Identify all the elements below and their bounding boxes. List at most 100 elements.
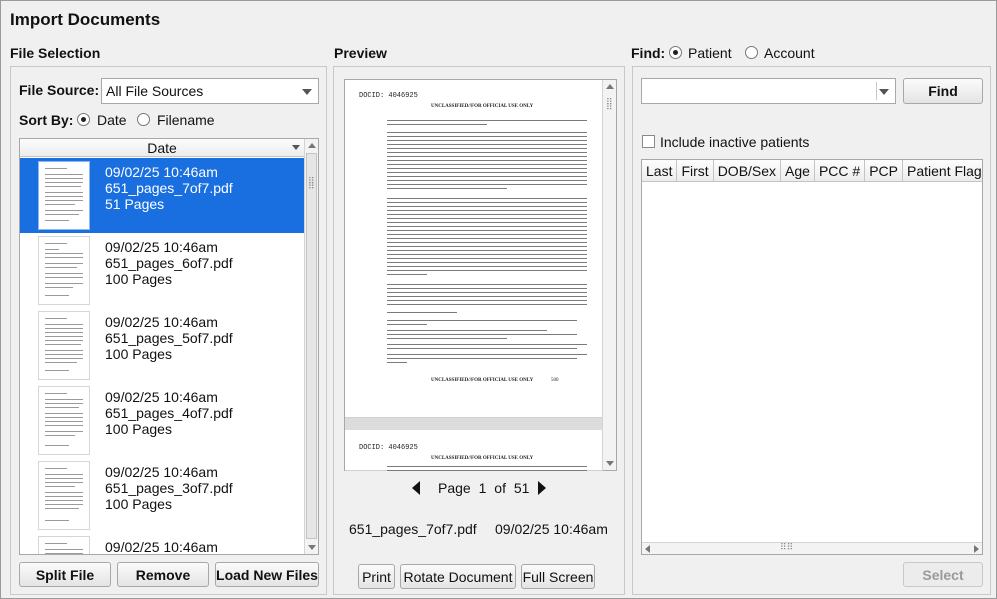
import-documents-window: Import Documents File Selection File Sou… — [0, 0, 997, 599]
file-selection-panel: File Source: All File Sources Sort By: D… — [10, 66, 327, 595]
scrollbar-thumb[interactable] — [306, 153, 317, 539]
scroll-up-icon[interactable] — [308, 143, 316, 148]
split-file-button[interactable]: Split File — [19, 562, 111, 587]
file-date: 09/02/25 10:46am — [105, 314, 218, 330]
file-pages: 100 Pages — [105, 421, 172, 437]
grip-icon: ⠿⠿ — [308, 176, 315, 191]
select-button[interactable]: Select — [903, 562, 983, 587]
preview-label: Preview — [334, 45, 387, 61]
preview-scrollbar[interactable]: ⠿ ⠿ — [602, 80, 616, 470]
doc-id: DOCID: 4046925 — [359, 444, 418, 452]
file-date: 09/02/25 10:46am — [105, 539, 218, 555]
sort-filename-label: Filename — [157, 112, 215, 128]
file-list-scrollbar[interactable]: ⠿ ⠿ — [304, 139, 318, 554]
previous-page-icon[interactable] — [412, 481, 420, 495]
file-pages: 51 Pages — [105, 196, 165, 212]
scroll-down-icon[interactable] — [308, 545, 316, 550]
include-inactive-label: Include inactive patients — [660, 134, 810, 150]
find-button[interactable]: Find — [903, 78, 983, 104]
file-date: 09/02/25 10:46am — [105, 164, 218, 180]
file-thumbnail — [38, 536, 90, 554]
column-pcp[interactable]: PCP — [865, 160, 903, 181]
file-row[interactable]: 09/02/25 10:46am 651_pages_5of7.pdf 100 … — [20, 308, 304, 383]
find-panel: Find Include inactive patients Last Firs… — [632, 66, 991, 595]
scroll-up-icon[interactable] — [606, 84, 614, 89]
grip-icon: ⠿⠿ — [606, 97, 613, 112]
file-row[interactable]: 09/02/25 10:46am 651_pages_3of7.pdf 100 … — [20, 458, 304, 533]
document-page: DOCID: 4046925 UNCLASSIFIED//FOR OFFICIA… — [345, 80, 603, 418]
page-indicator: Page 1 of 51 — [438, 480, 529, 496]
document-preview[interactable]: DOCID: 4046925 UNCLASSIFIED//FOR OFFICIA… — [344, 79, 617, 471]
sort-filename-radio[interactable] — [137, 113, 150, 126]
column-pcc[interactable]: PCC # — [815, 160, 866, 181]
doc-id: DOCID: 4046925 — [359, 92, 418, 100]
patient-table-hscrollbar[interactable]: ⠿⠿ — [642, 542, 982, 554]
sort-by-label: Sort By: — [19, 112, 74, 128]
patient-table: Last First DOB/Sex Age PCC # PCP Patient… — [641, 159, 983, 555]
file-thumbnail — [38, 236, 90, 305]
column-first[interactable]: First — [677, 160, 714, 181]
file-source-dropdown[interactable]: All File Sources — [101, 78, 319, 104]
load-new-files-button[interactable]: Load New Files — [215, 562, 319, 587]
page-word: Page — [438, 480, 471, 496]
find-patient-label: Patient — [688, 45, 732, 61]
file-date: 09/02/25 10:46am — [105, 464, 218, 480]
chevron-down-icon — [879, 89, 889, 95]
patient-table-header: Last First DOB/Sex Age PCC # PCP Patient… — [642, 160, 982, 182]
file-pages: 100 Pages — [105, 346, 172, 362]
page-number: 500 — [551, 378, 559, 383]
sort-down-icon — [292, 145, 300, 150]
file-name: 651_pages_7of7.pdf — [105, 180, 233, 196]
file-row[interactable]: 09/02/25 10:46am 651_pages_7of7.pdf 51 P… — [20, 158, 304, 233]
preview-file-date: 09/02/25 10:46am — [495, 521, 608, 537]
rotate-document-button[interactable]: Rotate Document — [400, 564, 516, 589]
file-source-value: All File Sources — [106, 83, 204, 99]
file-pages: 100 Pages — [105, 271, 172, 287]
total-pages: 51 — [513, 480, 530, 496]
classification-header: UNCLASSIFIED//FOR OFFICIAL USE ONLY — [431, 104, 534, 109]
file-row[interactable]: 09/02/25 10:46am — [20, 533, 304, 555]
file-thumbnail — [38, 461, 90, 530]
file-row[interactable]: 09/02/25 10:46am 651_pages_4of7.pdf 100 … — [20, 383, 304, 458]
find-account-label: Account — [764, 45, 815, 61]
file-name: 651_pages_5of7.pdf — [105, 330, 233, 346]
file-source-label: File Source: — [19, 82, 100, 98]
file-row[interactable]: 09/02/25 10:46am 651_pages_6of7.pdf 100 … — [20, 233, 304, 308]
find-label: Find: — [631, 45, 666, 61]
print-button[interactable]: Print — [358, 564, 395, 589]
scroll-right-icon[interactable] — [974, 545, 979, 553]
full-screen-button[interactable]: Full Screen — [521, 564, 595, 589]
file-date: 09/02/25 10:46am — [105, 389, 218, 405]
column-last[interactable]: Last — [642, 160, 678, 181]
current-page: 1 — [478, 480, 487, 496]
column-age[interactable]: Age — [781, 160, 815, 181]
scroll-down-icon[interactable] — [606, 461, 614, 466]
next-page-icon[interactable] — [538, 481, 546, 495]
find-patient-radio[interactable] — [669, 46, 682, 59]
file-name: 651_pages_3of7.pdf — [105, 480, 233, 496]
file-selection-label: File Selection — [10, 45, 101, 61]
file-thumbnail — [38, 161, 90, 230]
column-dob-sex[interactable]: DOB/Sex — [714, 160, 782, 181]
preview-panel: DOCID: 4046925 UNCLASSIFIED//FOR OFFICIA… — [333, 66, 625, 595]
sort-date-label: Date — [97, 112, 127, 128]
date-column-label: Date — [147, 140, 177, 156]
file-thumbnail — [38, 386, 90, 455]
patient-search-input[interactable] — [641, 78, 896, 104]
date-column-header[interactable]: Date — [20, 139, 304, 157]
remove-button[interactable]: Remove — [117, 562, 209, 587]
column-patient-flags[interactable]: Patient Flags — [903, 160, 982, 181]
find-account-radio[interactable] — [745, 46, 758, 59]
classification-header: UNCLASSIFIED//FOR OFFICIAL USE ONLY — [431, 456, 534, 461]
of-word: of — [494, 480, 506, 496]
file-name: 651_pages_6of7.pdf — [105, 255, 233, 271]
sort-date-radio[interactable] — [77, 113, 90, 126]
file-pages: 100 Pages — [105, 496, 172, 512]
file-list: Date 09/02/25 10:46am 651_pages_7of7.pdf… — [19, 138, 319, 555]
classification-footer: UNCLASSIFIED//FOR OFFICIAL USE ONLY — [431, 378, 534, 383]
document-page: DOCID: 4046925 UNCLASSIFIED//FOR OFFICIA… — [345, 430, 603, 471]
scroll-left-icon[interactable] — [645, 545, 650, 553]
include-inactive-checkbox[interactable] — [642, 135, 655, 148]
chevron-down-icon — [302, 89, 312, 95]
file-date: 09/02/25 10:46am — [105, 239, 218, 255]
